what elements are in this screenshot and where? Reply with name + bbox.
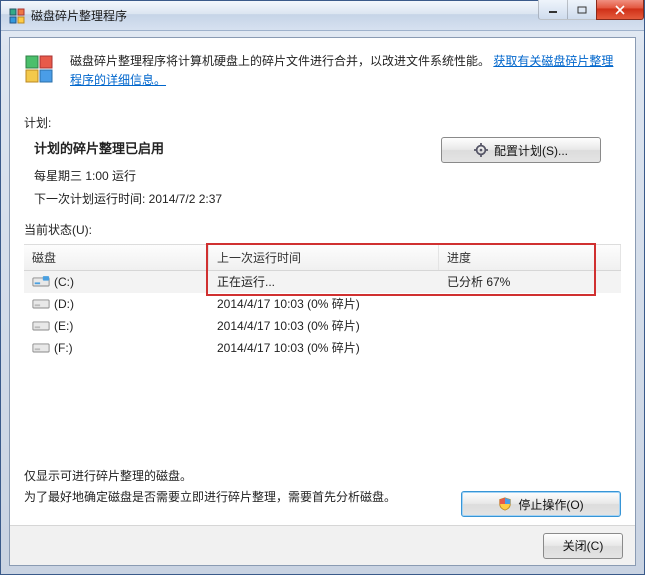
stop-operation-label: 停止操作(O) (518, 496, 583, 513)
table-row[interactable]: (E:)2014/4/17 10:03 (0% 碎片) (24, 315, 621, 337)
window-title: 磁盘碎片整理程序 (31, 7, 539, 24)
drive-icon (32, 297, 48, 309)
stop-operation-button[interactable]: 停止操作(O) (461, 491, 621, 517)
table-row[interactable]: (D:)2014/4/17 10:03 (0% 碎片) (24, 293, 621, 315)
disk-table: 磁盘 上一次运行时间 进度 (C:)正在运行...已分析 67%(D:)2014… (24, 244, 621, 359)
schedule-line-2: 下一次计划运行时间: 2014/7/2 2:37 (34, 188, 433, 211)
action-row: 停止操作(O) (461, 491, 621, 517)
minimize-button[interactable] (538, 0, 568, 20)
drive-icon (32, 319, 48, 331)
cell-disk: (C:) (24, 275, 209, 289)
maximize-button[interactable] (567, 0, 597, 20)
cell-last-run: 正在运行... (209, 273, 439, 290)
table-row[interactable]: (F:)2014/4/17 10:03 (0% 碎片) (24, 337, 621, 359)
col-header-last-run[interactable]: 上一次运行时间 (209, 245, 439, 270)
close-dialog-button[interactable]: 关闭(C) (543, 533, 623, 559)
status-area: 当前状态(U): 磁盘 上一次运行时间 进度 (C:)正在运行...已分析 67… (24, 221, 621, 359)
schedule-block: 计划的碎片整理已启用 每星期三 1:00 运行 下一次计划运行时间: 2014/… (24, 137, 621, 210)
notes: 仅显示可进行碎片整理的磁盘。 为了最好地确定磁盘是否需要立即进行碎片整理，需要首… (24, 466, 396, 507)
note-line-2: 为了最好地确定磁盘是否需要立即进行碎片整理，需要首先分析磁盘。 (24, 487, 396, 507)
info-text: 磁盘碎片整理程序将计算机硬盘上的碎片文件进行合并，以改进文件系统性能。 获取有关… (70, 52, 621, 90)
note-line-1: 仅显示可进行碎片整理的磁盘。 (24, 466, 396, 486)
table-body: (C:)正在运行...已分析 67%(D:)2014/4/17 10:03 (0… (24, 271, 621, 359)
col-header-disk[interactable]: 磁盘 (24, 245, 209, 270)
titlebar[interactable]: 磁盘碎片整理程序 (1, 1, 644, 31)
col-header-progress[interactable]: 进度 (439, 245, 621, 270)
cell-disk: (D:) (24, 297, 209, 311)
cell-disk: (F:) (24, 341, 209, 355)
defrag-icon (24, 52, 60, 88)
configure-schedule-button[interactable]: 配置计划(S)... (441, 137, 601, 163)
shield-icon (498, 497, 512, 511)
info-text-prefix: 磁盘碎片整理程序将计算机硬盘上的碎片文件进行合并，以改进文件系统性能。 (70, 54, 490, 68)
table-row[interactable]: (C:)正在运行...已分析 67% (24, 271, 621, 293)
window-frame: 磁盘碎片整理程序 磁盘碎片整理程序将计算机硬盘上的碎片文件进行合并，以改进文件系… (0, 0, 645, 575)
schedule-heading: 计划的碎片整理已启用 (34, 137, 433, 162)
table-header: 磁盘 上一次运行时间 进度 (24, 245, 621, 271)
drive-icon (32, 341, 48, 353)
window-controls (539, 0, 644, 20)
configure-schedule-label: 配置计划(S)... (494, 142, 568, 159)
schedule-line-1: 每星期三 1:00 运行 (34, 165, 433, 188)
cell-last-run: 2014/4/17 10:03 (0% 碎片) (209, 295, 439, 312)
content-pane: 磁盘碎片整理程序将计算机硬盘上的碎片文件进行合并，以改进文件系统性能。 获取有关… (9, 37, 636, 566)
close-button[interactable] (596, 0, 644, 20)
schedule-section-label: 计划: (24, 114, 621, 131)
cell-last-run: 2014/4/17 10:03 (0% 碎片) (209, 317, 439, 334)
dialog-footer: 关闭(C) (10, 525, 635, 565)
info-header: 磁盘碎片整理程序将计算机硬盘上的碎片文件进行合并，以改进文件系统性能。 获取有关… (24, 50, 621, 104)
cell-last-run: 2014/4/17 10:03 (0% 碎片) (209, 339, 439, 356)
drive-icon (32, 275, 48, 287)
status-section-label: 当前状态(U): (24, 221, 621, 238)
close-dialog-label: 关闭(C) (563, 537, 604, 554)
cell-progress: 已分析 67% (439, 273, 621, 290)
gear-icon (474, 143, 488, 157)
cell-disk: (E:) (24, 319, 209, 333)
app-icon (9, 8, 25, 24)
